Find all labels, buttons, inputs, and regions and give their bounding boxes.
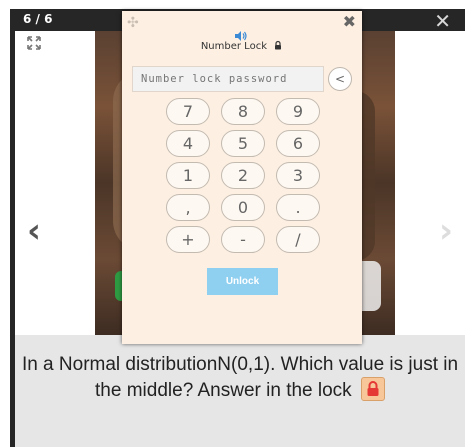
slide-caption: In a Normal distributionN(0,1). Which va… [15, 335, 465, 447]
backspace-button[interactable]: < [328, 67, 352, 91]
arrow-left-icon[interactable]: ‹ [27, 211, 41, 251]
key-comma[interactable]: , [166, 194, 210, 221]
arrow-right-icon[interactable]: › [439, 211, 453, 251]
fullscreen-icon[interactable] [27, 36, 41, 50]
key-slash[interactable]: / [276, 226, 320, 253]
password-input[interactable] [132, 66, 324, 92]
close-icon[interactable]: ✖ [343, 12, 356, 31]
padlock-icon [275, 40, 282, 50]
key-3[interactable]: 3 [276, 162, 320, 189]
key-minus[interactable]: - [221, 226, 265, 253]
key-plus[interactable]: + [166, 226, 210, 253]
number-lock-panel: ✣ ✖ Number Lock < 7 8 9 4 5 6 1 2 3 , 0 … [122, 11, 362, 344]
caption-text: In a Normal distributionN(0,1). Which va… [21, 354, 459, 401]
slide-counter: 6 / 6 [23, 12, 53, 26]
lock-title: Number Lock [122, 40, 362, 52]
key-7[interactable]: 7 [166, 98, 210, 125]
key-4[interactable]: 4 [166, 130, 210, 157]
key-1[interactable]: 1 [166, 162, 210, 189]
key-8[interactable]: 8 [221, 98, 265, 125]
key-2[interactable]: 2 [221, 162, 265, 189]
key-9[interactable]: 9 [276, 98, 320, 125]
viewer-close-icon[interactable]: ✕ [434, 9, 451, 33]
move-icon[interactable]: ✣ [127, 15, 139, 31]
key-5[interactable]: 5 [221, 130, 265, 157]
unlock-button[interactable]: Unlock [207, 268, 278, 295]
lock-icon[interactable] [360, 376, 385, 401]
key-0[interactable]: 0 [221, 194, 265, 221]
lock-title-text: Number Lock [200, 41, 267, 52]
key-dot[interactable]: . [276, 194, 320, 221]
key-6[interactable]: 6 [276, 130, 320, 157]
